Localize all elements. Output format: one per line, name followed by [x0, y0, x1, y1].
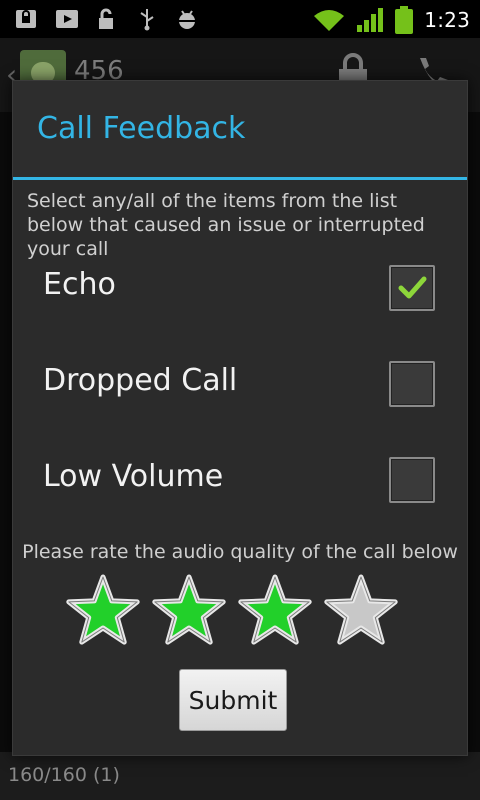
option-label: Dropped Call: [43, 363, 238, 398]
submit-button[interactable]: Submit: [179, 669, 287, 731]
star-filled-icon[interactable]: [63, 571, 143, 651]
battery-icon: [395, 6, 414, 34]
unlock-icon: [99, 8, 113, 29]
option-dropped-call[interactable]: Dropped Call: [13, 337, 467, 433]
checkmark-icon: [398, 276, 427, 299]
echo-checkbox[interactable]: [389, 265, 435, 311]
status-bar: 1:23: [0, 0, 480, 38]
signal-icon: [357, 8, 384, 32]
app-footer: 160/160 (1): [0, 752, 480, 800]
clock: 1:23: [424, 8, 470, 32]
character-counter: 160/160 (1): [8, 764, 120, 786]
rating-prompt: Please rate the audio quality of the cal…: [22, 541, 458, 563]
system-icons: 1:23: [312, 6, 470, 34]
rating-bar[interactable]: [63, 571, 413, 651]
wifi-icon: [314, 10, 345, 31]
star-filled-icon[interactable]: [235, 571, 315, 651]
option-label: Low Volume: [43, 459, 224, 494]
call-feedback-dialog: Call Feedback Select any/all of the item…: [12, 80, 468, 756]
android-debug-icon: [178, 10, 196, 29]
dialog-title-bar: Call Feedback: [13, 81, 467, 177]
low-volume-checkbox[interactable]: [389, 457, 435, 503]
title-divider: [13, 177, 467, 180]
notification-icons: [14, 7, 200, 31]
dropped-call-checkbox[interactable]: [389, 361, 435, 407]
usb-icon: [140, 9, 154, 31]
option-label: Echo: [43, 267, 116, 302]
dialog-title: Call Feedback: [37, 111, 246, 146]
star-filled-icon[interactable]: [149, 571, 229, 651]
star-empty-icon[interactable]: [321, 571, 401, 651]
lock-download-icon: [16, 10, 36, 28]
option-low-volume[interactable]: Low Volume: [13, 433, 467, 529]
youtube-icon: [56, 10, 78, 28]
option-echo[interactable]: Echo: [13, 241, 467, 337]
